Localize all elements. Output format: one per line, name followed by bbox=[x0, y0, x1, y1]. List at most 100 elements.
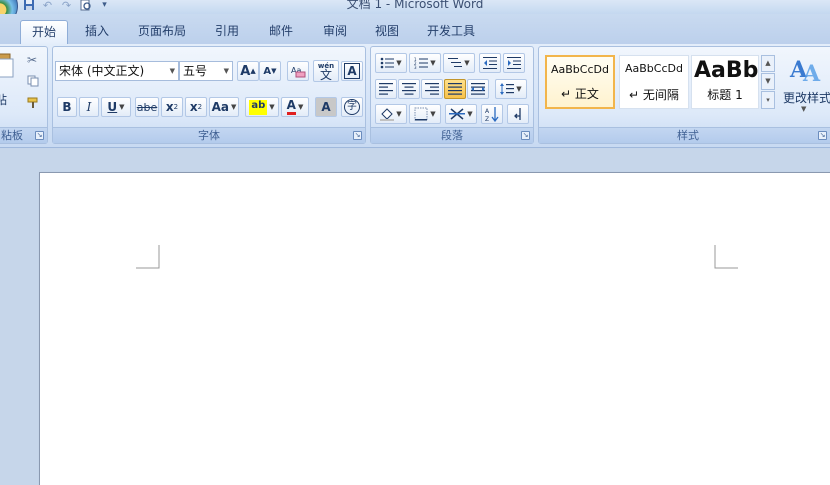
style-heading-1-name: 标题 1 bbox=[707, 88, 743, 102]
style-no-spacing[interactable]: AaBbCcDd ↵ 无间隔 bbox=[619, 55, 689, 109]
line-spacing-button[interactable]: ▼ bbox=[495, 79, 527, 99]
italic-button[interactable]: I bbox=[79, 97, 99, 117]
strikethrough-button[interactable]: abe bbox=[135, 97, 159, 117]
style-normal-sample: AaBbCcDd bbox=[551, 63, 609, 76]
styles-scroll-down[interactable]: ▼ bbox=[761, 73, 775, 90]
tab-developer[interactable]: 开发工具 bbox=[418, 20, 484, 44]
borders-button[interactable]: ▼ bbox=[409, 104, 441, 124]
subscript-button[interactable]: x2 bbox=[161, 97, 183, 117]
font-group-label: 字体 bbox=[53, 127, 365, 143]
styles-dialog-launcher[interactable]: ↘ bbox=[818, 131, 827, 140]
styles-group: AaBbCcDd ↵ 正文 AaBbCcDd ↵ 无间隔 AaBb 标题 1 ▲… bbox=[538, 46, 830, 144]
svg-text:3: 3 bbox=[414, 65, 417, 69]
multilevel-list-button[interactable]: ▼ bbox=[443, 53, 475, 73]
show-paragraph-marks-button[interactable] bbox=[507, 104, 529, 124]
document-page[interactable] bbox=[39, 172, 830, 485]
grow-font-button[interactable]: A ▲ bbox=[237, 61, 259, 81]
paragraph-dialog-launcher[interactable]: ↘ bbox=[521, 131, 530, 140]
align-right-icon bbox=[425, 83, 439, 95]
align-left-button[interactable] bbox=[375, 79, 397, 99]
character-shading-button[interactable]: A bbox=[315, 97, 337, 117]
superscript-button[interactable]: x2 bbox=[185, 97, 207, 117]
styles-more[interactable]: ▾ bbox=[761, 91, 775, 109]
line-spacing-icon bbox=[500, 83, 515, 95]
svg-text:A: A bbox=[485, 108, 490, 115]
ribbon-tabs: 开始 插入 页面布局 引用 邮件 审阅 视图 开发工具 bbox=[0, 14, 830, 44]
shading-button[interactable]: ▼ bbox=[375, 104, 407, 124]
enclose-characters-button[interactable]: 字 bbox=[341, 97, 363, 117]
clipboard-dialog-launcher[interactable]: ↘ bbox=[35, 131, 44, 140]
bullets-icon bbox=[380, 57, 395, 69]
font-dialog-launcher[interactable]: ↘ bbox=[353, 131, 362, 140]
align-left-icon bbox=[379, 83, 393, 95]
tab-insert[interactable]: 插入 bbox=[74, 20, 120, 44]
sort-button[interactable]: AZ bbox=[481, 104, 503, 124]
phonetic-guide-char: 文 bbox=[319, 68, 332, 82]
underline-button[interactable]: U ▼ bbox=[101, 97, 131, 117]
tab-view[interactable]: 视图 bbox=[364, 20, 410, 44]
borders-icon bbox=[414, 107, 428, 121]
tab-references[interactable]: 引用 bbox=[204, 20, 250, 44]
justify-button[interactable] bbox=[444, 79, 466, 99]
chevron-down-icon: ▼ bbox=[396, 110, 402, 118]
subscript-icon: x bbox=[165, 100, 174, 114]
cut-icon[interactable]: ✂ bbox=[27, 53, 37, 67]
align-right-button[interactable] bbox=[421, 79, 443, 99]
character-border-icon: A bbox=[344, 63, 360, 79]
change-case-icon: Aa bbox=[211, 100, 229, 114]
chevron-down-icon: ▼ bbox=[119, 103, 125, 111]
font-group: 宋体 (中文正文) ▼ 五号 ▼ A▲ A▼ Aa wén 文 A B I bbox=[52, 46, 366, 144]
font-name-combo[interactable]: 宋体 (中文正文) ▼ bbox=[55, 61, 179, 81]
superscript-icon: x bbox=[189, 100, 198, 114]
format-painter-icon[interactable] bbox=[27, 97, 39, 112]
style-no-spacing-sample: AaBbCcDd bbox=[625, 62, 683, 75]
tab-page-layout[interactable]: 页面布局 bbox=[130, 20, 194, 44]
tab-mailings[interactable]: 邮件 bbox=[258, 20, 304, 44]
tab-home[interactable]: 开始 bbox=[20, 20, 68, 44]
highlight-button[interactable]: ab ▼ bbox=[245, 97, 279, 117]
underline-icon: U bbox=[107, 100, 118, 114]
increase-indent-button[interactable] bbox=[503, 53, 525, 73]
chevron-down-icon: ▼ bbox=[269, 103, 275, 111]
title-bar: ↶ ↷ ▾ 文档 1 - Microsoft Word bbox=[0, 0, 830, 14]
phonetic-guide-button[interactable]: wén 文 bbox=[313, 60, 339, 82]
change-case-button[interactable]: Aa ▼ bbox=[209, 97, 239, 117]
paint-bucket-icon bbox=[380, 108, 395, 121]
shrink-font-icon: A bbox=[263, 65, 272, 77]
style-heading-1[interactable]: AaBb 标题 1 bbox=[691, 55, 759, 109]
style-normal[interactable]: AaBbCcDd ↵ 正文 bbox=[545, 55, 615, 109]
distributed-button[interactable] bbox=[467, 79, 489, 99]
align-center-button[interactable] bbox=[398, 79, 420, 99]
change-styles-button[interactable]: A A 更改样式 ▼ bbox=[779, 51, 830, 123]
grow-font-icon: A bbox=[240, 63, 251, 79]
paste-button[interactable]: 贴 bbox=[0, 51, 17, 111]
copy-icon[interactable] bbox=[27, 75, 39, 90]
bullets-button[interactable]: ▼ bbox=[375, 53, 407, 73]
change-styles-icon: A A bbox=[789, 57, 821, 85]
clear-formatting-button[interactable]: Aa bbox=[287, 61, 309, 81]
margin-corner-top-left bbox=[136, 245, 160, 269]
styles-scroll-up[interactable]: ▲ bbox=[761, 55, 775, 72]
paste-icon bbox=[0, 53, 14, 78]
bold-button[interactable]: B bbox=[57, 97, 77, 117]
paragraph-mark-icon bbox=[514, 108, 521, 120]
highlight-icon: ab bbox=[249, 99, 268, 115]
style-normal-name: ↵ 正文 bbox=[561, 87, 599, 101]
chevron-down-icon: ▼ bbox=[396, 59, 402, 67]
strikethrough-icon: abe bbox=[136, 100, 158, 114]
numbering-button[interactable]: 1 2 3 ▼ bbox=[409, 53, 441, 73]
window-title: 文档 1 - Microsoft Word bbox=[346, 0, 484, 11]
character-border-button[interactable]: A bbox=[341, 61, 363, 81]
align-center-icon bbox=[402, 83, 416, 95]
tab-review[interactable]: 审阅 bbox=[312, 20, 358, 44]
shrink-font-button[interactable]: A ▼ bbox=[259, 61, 281, 81]
enclose-characters-icon: 字 bbox=[344, 99, 360, 115]
italic-icon: I bbox=[86, 100, 92, 114]
decrease-indent-button[interactable] bbox=[479, 53, 501, 73]
font-color-button[interactable]: A ▼ bbox=[281, 97, 309, 117]
chevron-down-icon: ▼ bbox=[231, 103, 237, 111]
style-no-spacing-name: ↵ 无间隔 bbox=[629, 88, 679, 102]
font-size-combo[interactable]: 五号 ▼ bbox=[179, 61, 233, 81]
ribbon: 贴 ✂ 粘板 ↘ 宋体 (中文正文) ▼ 五号 ▼ A ▲ A ▼ Aa wén… bbox=[0, 44, 830, 148]
chinese-layout-button[interactable]: ▼ bbox=[445, 104, 477, 124]
